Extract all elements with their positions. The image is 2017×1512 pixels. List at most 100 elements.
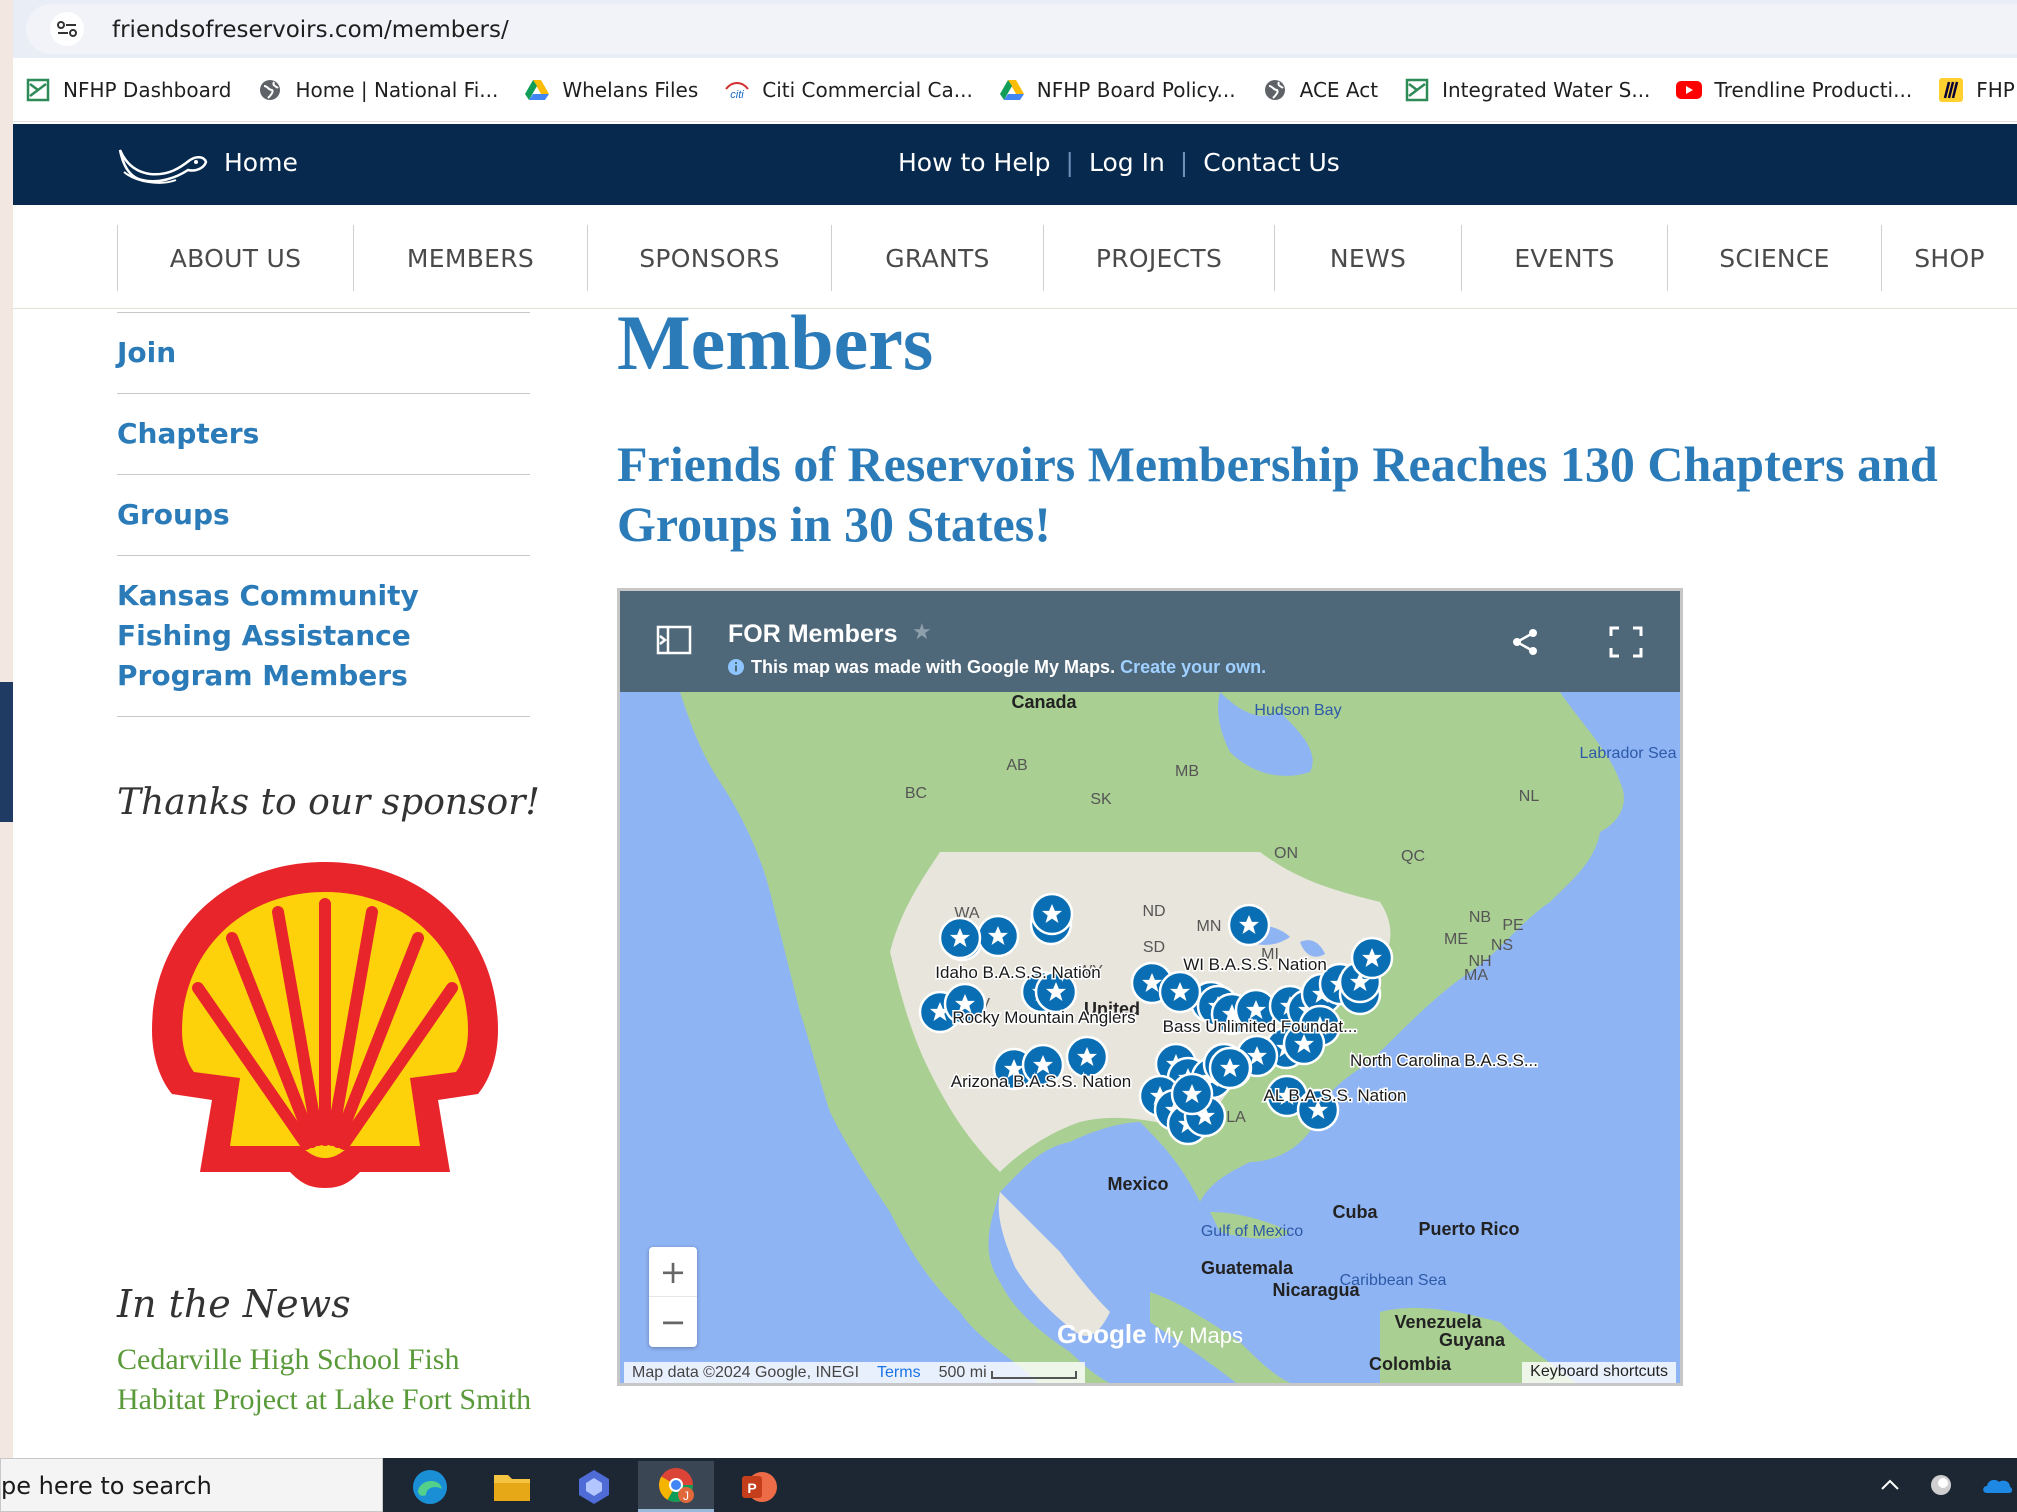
map-note: This map was made with Google My Maps. C…: [727, 657, 1266, 678]
bookmark-item[interactable]: Whelans Files: [512, 70, 712, 110]
map-marker[interactable]: [1227, 903, 1271, 947]
sidebar-groups-link[interactable]: Groups: [117, 474, 530, 555]
sidebar-chapters-link[interactable]: Chapters: [117, 393, 530, 474]
map-region-label: Cuba: [1333, 1202, 1379, 1222]
fullscreen-icon[interactable]: [1609, 626, 1643, 658]
map-marker-label: Idaho B.A.S.S. Nation: [935, 963, 1100, 982]
news-article-link[interactable]: Cedarville High School Fish Habitat Proj…: [117, 1340, 537, 1420]
miro-icon: [1938, 77, 1964, 103]
how-to-help-link[interactable]: How to Help: [898, 148, 1051, 177]
edge-icon[interactable]: [392, 1461, 468, 1512]
map-marker[interactable]: [1030, 892, 1074, 936]
desktop-background: [0, 0, 13, 1458]
nav-events[interactable]: EVENTS: [1461, 225, 1667, 291]
site-top-bar: Home How to Help | Log In | Contact Us: [13, 124, 2017, 205]
bookmark-item[interactable]: NFHP Dashboard: [13, 70, 245, 110]
map-marker[interactable]: [1065, 1035, 1109, 1079]
log-in-link[interactable]: Log In: [1089, 148, 1165, 177]
sponsor-heading: Thanks to our sponsor!: [117, 782, 540, 823]
nav-projects[interactable]: PROJECTS: [1043, 225, 1274, 291]
map-region-label: Guyana: [1439, 1330, 1506, 1350]
browser-address-bar: friendsofreservoirs.com/members/: [13, 0, 2017, 58]
shell-logo-icon[interactable]: [140, 850, 510, 1190]
map-region-label: MB: [1175, 763, 1199, 780]
map-region-label: MA: [1464, 967, 1488, 984]
map-terms-link[interactable]: Terms: [877, 1364, 921, 1382]
nav-science[interactable]: SCIENCE: [1667, 225, 1881, 291]
map-region-label: BC: [905, 785, 927, 802]
map-region-label: Venezuela: [1394, 1312, 1482, 1332]
site-info-icon[interactable]: [50, 12, 84, 46]
create-your-own-link[interactable]: Create your own.: [1120, 657, 1266, 677]
map-region-label: Labrador Sea: [1580, 745, 1677, 762]
page-title: Members: [617, 299, 934, 386]
my-maps-text: My Maps: [1153, 1323, 1244, 1348]
map-region-label: MN: [1197, 918, 1222, 935]
map-region-label: Canada: [1011, 692, 1077, 712]
nav-shop[interactable]: SHOP: [1881, 225, 2017, 291]
citi-icon: citi: [724, 77, 750, 103]
map-region-label: Hudson Bay: [1254, 702, 1341, 719]
bookmark-item[interactable]: FHP Coordinators,: [1926, 70, 2017, 110]
nav-sponsors[interactable]: SPONSORS: [587, 225, 831, 291]
bookmark-item[interactable]: Home | National Fi...: [245, 70, 512, 110]
map-marker-label: North Carolina B.A.S.S...: [1350, 1051, 1538, 1070]
map-marker-label: Bass Unlimited Foundat...: [1163, 1017, 1358, 1036]
google-drive-icon: [524, 77, 550, 103]
nav-news[interactable]: NEWS: [1274, 225, 1461, 291]
globe-icon: [1262, 77, 1288, 103]
keyboard-shortcuts-link[interactable]: Keyboard shortcuts: [1522, 1362, 1676, 1383]
contact-us-link[interactable]: Contact Us: [1203, 148, 1340, 177]
sidebar: Join Chapters Groups Kansas Community Fi…: [117, 312, 530, 717]
star-icon[interactable]: ★: [912, 619, 932, 645]
map-legend-toggle-icon[interactable]: [656, 625, 692, 655]
map-region-label: SK: [1090, 791, 1112, 808]
onedrive-icon[interactable]: [1980, 1472, 2014, 1498]
map-marker[interactable]: [976, 914, 1020, 958]
map-region-label: ND: [1142, 903, 1165, 920]
map-marker[interactable]: [1350, 936, 1394, 980]
map-region-label: Puerto Rico: [1418, 1219, 1519, 1239]
map-marker[interactable]: [1158, 970, 1202, 1014]
bookmark-item[interactable]: NFHP Board Policy...: [987, 70, 1250, 110]
zoom-control: + −: [649, 1247, 697, 1347]
chevron-up-icon[interactable]: [1877, 1472, 1903, 1498]
taskbar-search-box[interactable]: pe here to search: [0, 1458, 383, 1512]
taskbar-search-placeholder: pe here to search: [1, 1472, 212, 1500]
bookmark-label: Integrated Water S...: [1442, 77, 1651, 102]
home-link[interactable]: Home: [224, 148, 298, 177]
map-marker[interactable]: [1208, 1046, 1252, 1090]
copilot-icon[interactable]: [556, 1461, 632, 1512]
map-canvas[interactable]: Canada Hudson Bay Labrador Sea AB MB SK BC NL ON…: [620, 692, 1680, 1386]
map-marker[interactable]: [938, 916, 982, 960]
bookmark-label: NFHP Board Policy...: [1036, 77, 1236, 102]
map-marker[interactable]: [1170, 1072, 1214, 1116]
zoom-in-button[interactable]: +: [649, 1247, 697, 1297]
google-my-maps-logo: Google My Maps: [1057, 1319, 1243, 1350]
map-scale: 500 mi: [939, 1364, 1078, 1382]
bookmark-item[interactable]: Integrated Water S...: [1392, 70, 1664, 110]
url-field[interactable]: friendsofreservoirs.com/members/: [26, 4, 2017, 54]
chrome-icon[interactable]: J: [638, 1461, 714, 1512]
windows-taskbar: pe here to search J P: [0, 1458, 2017, 1512]
map-title: FOR Members: [728, 620, 898, 648]
file-explorer-icon[interactable]: [474, 1461, 550, 1512]
nav-grants[interactable]: GRANTS: [831, 225, 1043, 291]
map-marker-label: WI B.A.S.S. Nation: [1183, 955, 1327, 974]
share-icon[interactable]: [1510, 627, 1540, 657]
zoom-out-button[interactable]: −: [649, 1297, 697, 1347]
map-region-label: Guatemala: [1201, 1258, 1294, 1278]
site-logo-icon[interactable]: [116, 142, 208, 188]
nav-members[interactable]: MEMBERS: [353, 225, 587, 291]
google-my-map-embed[interactable]: FOR Members ★ This map was made with Goo…: [617, 588, 1683, 1386]
bookmark-item[interactable]: Trendline Producti...: [1664, 70, 1926, 110]
sidebar-kansas-link[interactable]: Kansas Community Fishing Assistance Prog…: [117, 555, 530, 716]
svg-text:P: P: [747, 1480, 756, 1496]
system-tray-icon[interactable]: [1928, 1472, 1954, 1498]
bookmark-item[interactable]: ACE Act: [1250, 70, 1392, 110]
sidebar-join-link[interactable]: Join: [117, 312, 530, 393]
powerpoint-icon[interactable]: P: [720, 1461, 796, 1512]
nav-about-us[interactable]: ABOUT US: [117, 225, 353, 291]
svg-text:citi: citi: [731, 89, 745, 99]
bookmark-item[interactable]: citi Citi Commercial Ca...: [712, 70, 987, 110]
